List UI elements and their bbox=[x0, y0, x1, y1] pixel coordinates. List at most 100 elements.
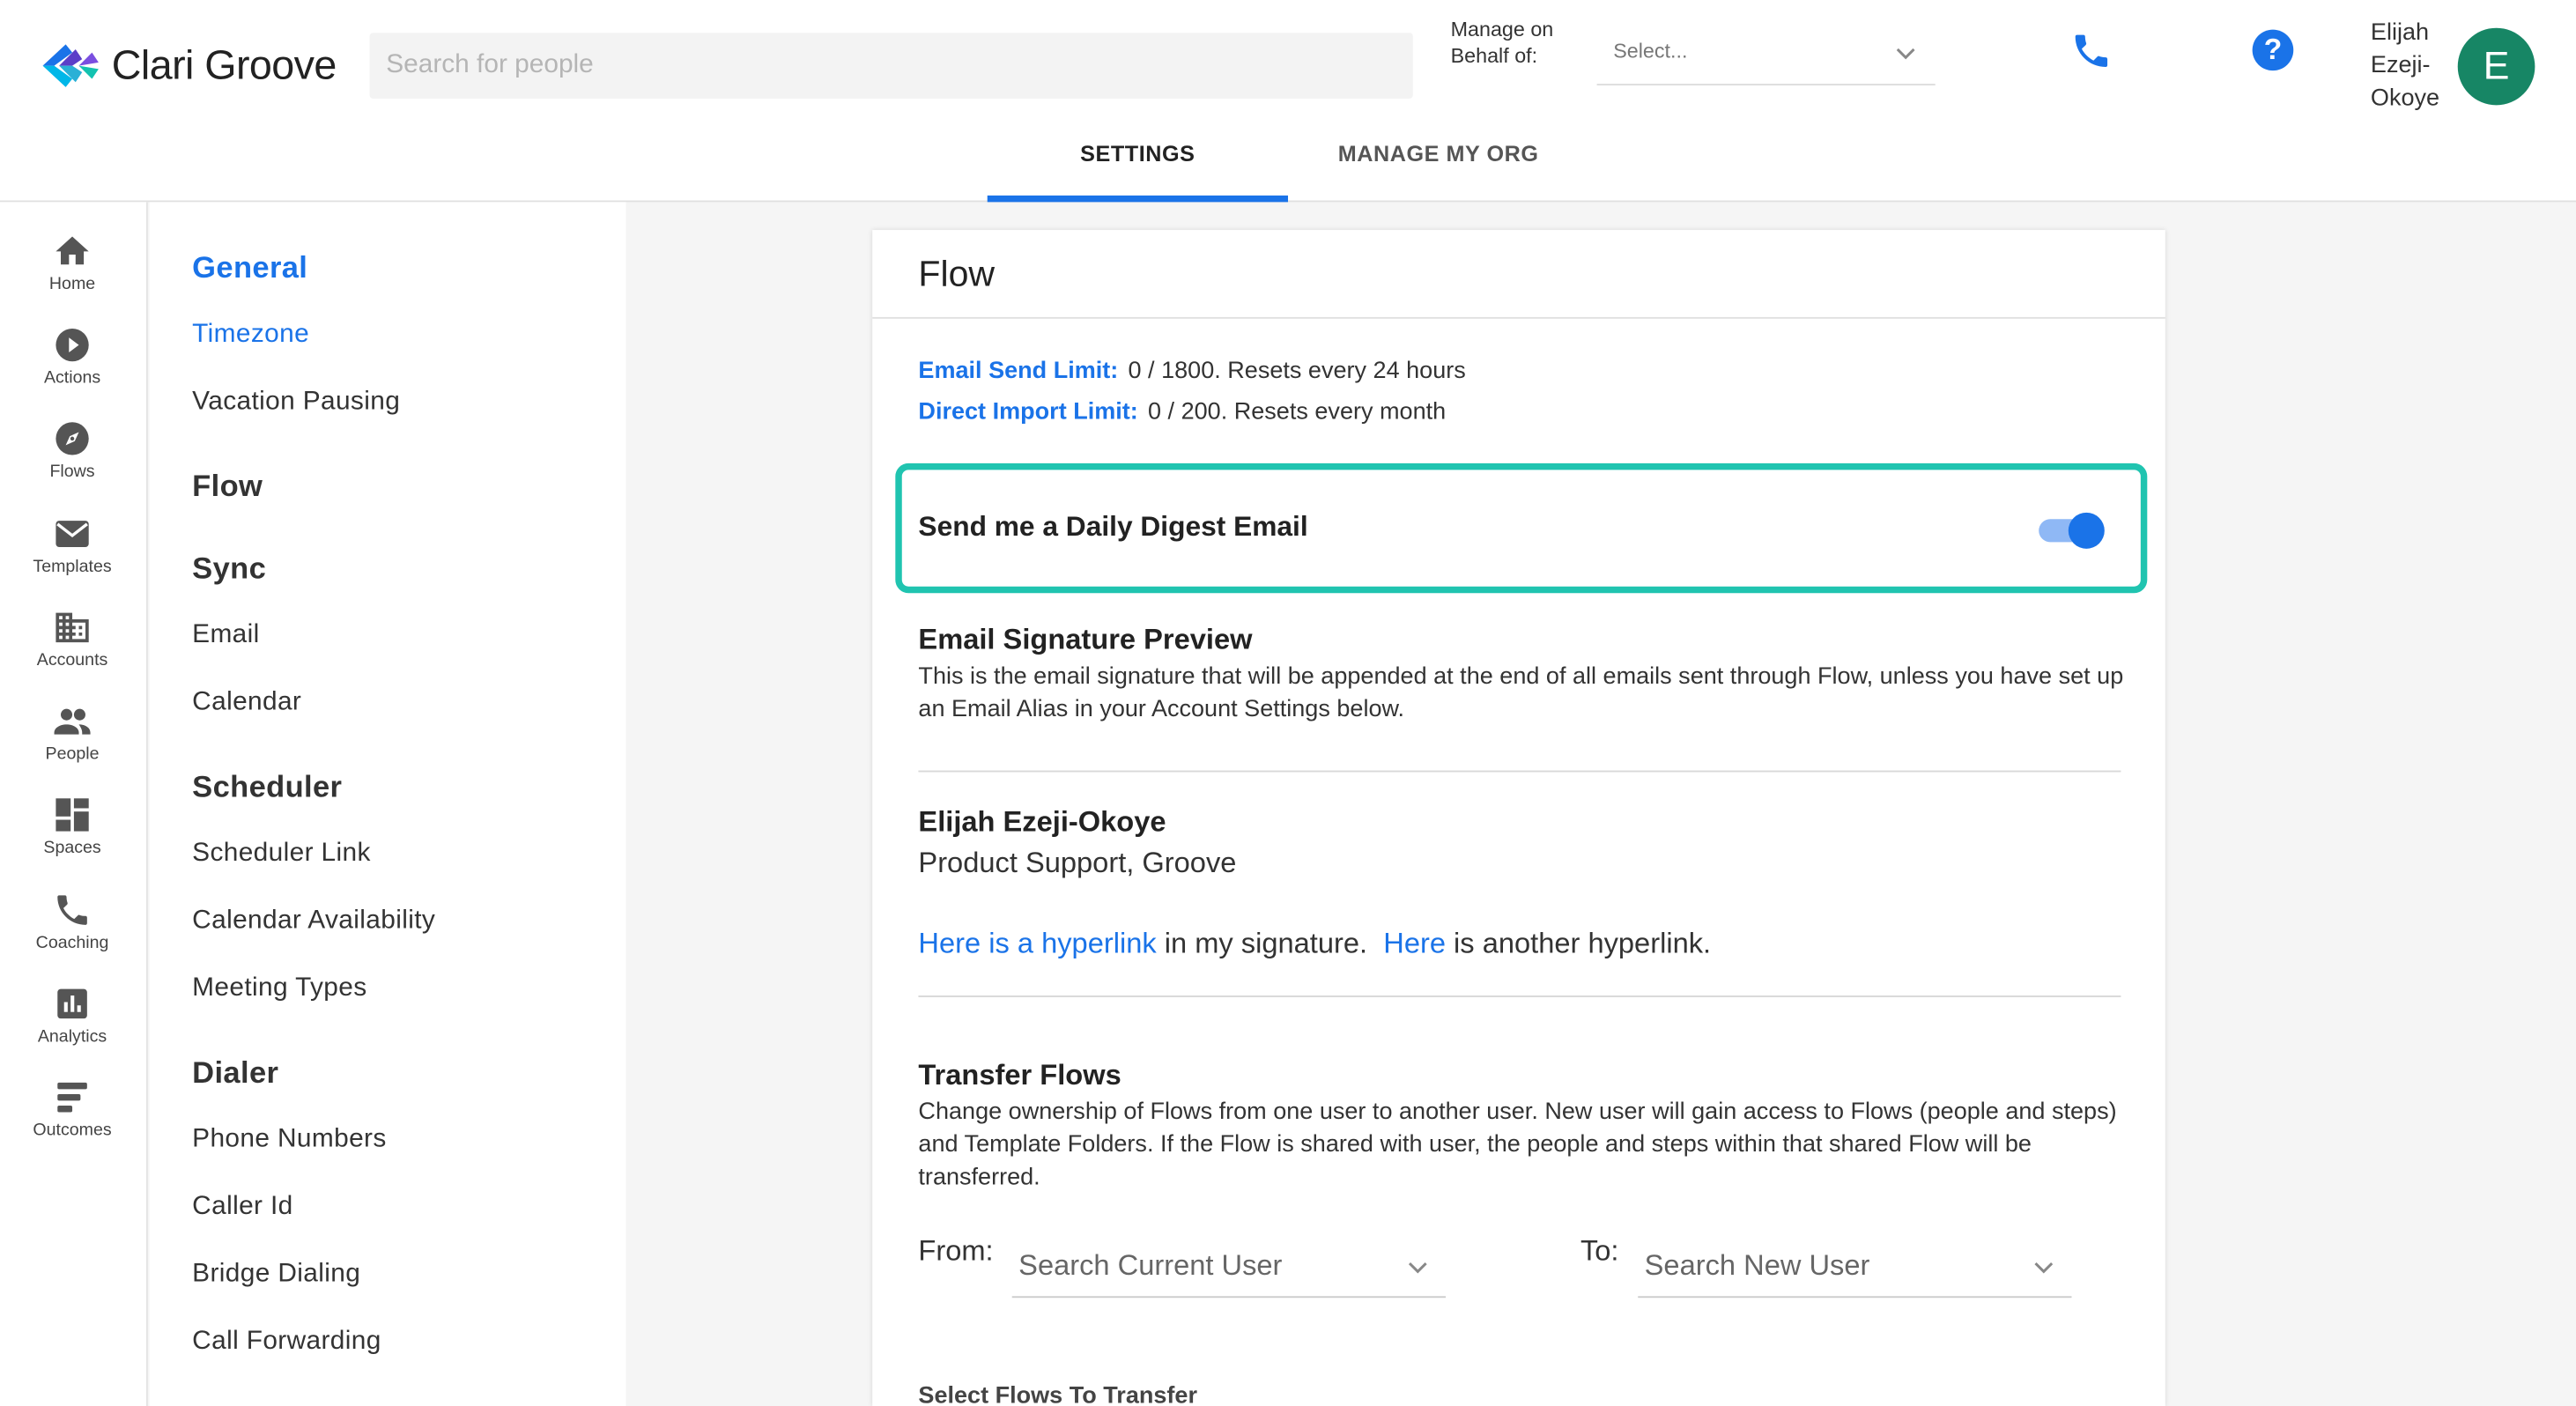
avatar[interactable]: E bbox=[2457, 27, 2535, 106]
settings-nav-dialer[interactable]: Dialer bbox=[192, 1054, 278, 1091]
tab-settings-label: SETTINGS bbox=[1080, 141, 1195, 166]
rail-item-outcomes[interactable]: Outcomes bbox=[0, 1077, 144, 1140]
settings-nav-caller-id[interactable]: Caller Id bbox=[192, 1193, 292, 1223]
direct-import-limit-label: Direct Import Limit: bbox=[918, 399, 1138, 426]
email-send-limit-value: 0 / 1800. Resets every 24 hours bbox=[1128, 358, 1466, 385]
rail-item-flows[interactable]: Flows bbox=[0, 419, 144, 482]
rail-label: Actions bbox=[43, 367, 101, 388]
to-label: To: bbox=[1580, 1233, 1619, 1267]
settings-nav-call-forwarding[interactable]: Call Forwarding bbox=[192, 1328, 381, 1358]
settings-nav: General Timezone Vacation Pausing Flow S… bbox=[149, 202, 626, 1406]
rail-label: Flows bbox=[49, 462, 95, 482]
user-name[interactable]: Elijah Ezeji-Okoye bbox=[2371, 17, 2453, 115]
settings-nav-phone-numbers[interactable]: Phone Numbers bbox=[192, 1125, 386, 1155]
envelope-icon bbox=[56, 521, 89, 547]
divider bbox=[872, 316, 2165, 319]
bar-chart-icon bbox=[57, 988, 87, 1019]
rail-item-spaces[interactable]: Spaces bbox=[0, 796, 144, 858]
to-user-select[interactable]: Search New User bbox=[1638, 1232, 2072, 1299]
tab-manage-my-org[interactable]: MANAGE MY ORG bbox=[1288, 141, 1588, 166]
rail-label: Templates bbox=[33, 557, 112, 577]
signature-text-1: in my signature. bbox=[1156, 926, 1384, 960]
rail-label: Analytics bbox=[37, 1026, 107, 1047]
signature-text-2: is another hyperlink. bbox=[1445, 926, 1712, 960]
rail-label: Outcomes bbox=[33, 1120, 112, 1141]
manage-on-behalf-label: Manage on Behalf of: bbox=[1450, 18, 1554, 68]
building-icon bbox=[56, 612, 89, 643]
from-user-select[interactable]: Search Current User bbox=[1011, 1232, 1447, 1299]
home-icon bbox=[56, 236, 89, 265]
behalf-select[interactable]: Select... bbox=[1596, 23, 1936, 85]
to-user-placeholder: Search New User bbox=[1644, 1248, 1870, 1282]
settings-nav-vacation-pausing[interactable]: Vacation Pausing bbox=[192, 388, 400, 418]
signature-name: Elijah Ezeji-Okoye bbox=[918, 804, 1166, 839]
transfer-flows-description: Change ownership of Flows from one user … bbox=[918, 1099, 2117, 1191]
tab-settings[interactable]: SETTINGS bbox=[987, 141, 1289, 203]
chevron-down-icon bbox=[1896, 48, 1915, 60]
rail-item-analytics[interactable]: Analytics bbox=[0, 984, 144, 1047]
rail-item-accounts[interactable]: Accounts bbox=[0, 608, 144, 670]
settings-nav-scheduler[interactable]: Scheduler bbox=[192, 769, 342, 805]
settings-nav-meeting-types[interactable]: Meeting Types bbox=[192, 974, 366, 1004]
flow-settings-card: Flow Email Send Limit: 0 / 1800. Resets e… bbox=[872, 230, 2165, 1406]
rail-item-people[interactable]: People bbox=[0, 701, 144, 764]
people-icon bbox=[54, 708, 91, 735]
rail-item-actions[interactable]: Actions bbox=[0, 325, 144, 388]
rail-item-home[interactable]: Home bbox=[0, 232, 144, 294]
tab-manage-my-org-label: MANAGE MY ORG bbox=[1337, 141, 1539, 166]
lines-icon bbox=[57, 1082, 87, 1113]
transfer-flows-heading: Transfer Flows bbox=[918, 1057, 1121, 1092]
from-user-placeholder: Search Current User bbox=[1018, 1248, 1283, 1282]
app-nav-rail: Home Actions Flows Templates Accounts Pe… bbox=[0, 202, 148, 1406]
groove-logo-icon bbox=[42, 44, 99, 87]
signature-hyperlink-1[interactable]: Here is a hyperlink bbox=[918, 927, 1156, 959]
active-tab-indicator bbox=[987, 195, 1289, 203]
chevron-down-icon bbox=[2034, 1262, 2054, 1274]
direct-import-limit: Direct Import Limit: 0 / 200. Resets ever… bbox=[918, 399, 1446, 426]
behalf-select-value: Select... bbox=[1613, 39, 1688, 63]
signature-links-line: Here is a hyperlink in my signature. Her… bbox=[918, 927, 1711, 961]
signature-title: Product Support, Groove bbox=[918, 846, 1237, 879]
rail-label: Home bbox=[48, 274, 96, 294]
settings-nav-flow[interactable]: Flow bbox=[192, 468, 263, 504]
from-label: From: bbox=[918, 1233, 994, 1267]
daily-digest-label: Send me a Daily Digest Email bbox=[918, 510, 1308, 543]
logo[interactable]: Clari Groove bbox=[40, 40, 337, 92]
people-search-input[interactable] bbox=[369, 33, 1413, 99]
phone-icon[interactable] bbox=[2070, 30, 2113, 72]
settings-nav-calendar-availability[interactable]: Calendar Availability bbox=[192, 906, 435, 936]
grid-icon bbox=[56, 798, 89, 832]
signature-preview-description: This is the email signature that will be… bbox=[918, 663, 2124, 723]
compass-icon bbox=[56, 422, 89, 455]
settings-nav-calendar[interactable]: Calendar bbox=[192, 688, 301, 718]
select-flows-label: Select Flows To Transfer bbox=[918, 1383, 1198, 1406]
toggle-knob bbox=[2068, 512, 2105, 549]
daily-digest-highlight: Send me a Daily Digest Email bbox=[895, 462, 2148, 594]
divider bbox=[918, 995, 2121, 997]
rail-label: Coaching bbox=[35, 933, 109, 953]
settings-nav-timezone[interactable]: Timezone bbox=[192, 321, 309, 351]
chevron-down-icon bbox=[1408, 1262, 1427, 1274]
signature-preview-heading: Email Signature Preview bbox=[918, 622, 1253, 656]
direct-import-limit-value: 0 / 200. Resets every month bbox=[1147, 399, 1447, 426]
rail-item-coaching[interactable]: Coaching bbox=[0, 891, 144, 953]
help-icon[interactable]: ? bbox=[2252, 29, 2294, 71]
settings-nav-email[interactable]: Email bbox=[192, 621, 259, 651]
top-bar: Clari Groove Manage on Behalf of: Select… bbox=[0, 0, 2576, 203]
rail-label: Accounts bbox=[36, 650, 108, 670]
signature-hyperlink-2[interactable]: Here bbox=[1383, 927, 1446, 959]
phone-icon bbox=[57, 895, 87, 925]
settings-nav-bridge-dialing[interactable]: Bridge Dialing bbox=[192, 1260, 360, 1290]
email-send-limit: Email Send Limit: 0 / 1800. Resets every … bbox=[918, 359, 1465, 385]
settings-nav-sync[interactable]: Sync bbox=[192, 551, 266, 587]
daily-digest-toggle[interactable] bbox=[2035, 511, 2107, 549]
divider bbox=[918, 770, 2121, 773]
rail-label: Spaces bbox=[43, 838, 101, 858]
page-title: Flow bbox=[918, 253, 996, 294]
settings-nav-general[interactable]: General bbox=[192, 249, 307, 285]
settings-nav-scheduler-link[interactable]: Scheduler Link bbox=[192, 840, 371, 870]
rail-label: People bbox=[45, 744, 100, 765]
rail-item-templates[interactable]: Templates bbox=[0, 514, 144, 577]
play-circle-icon bbox=[56, 328, 89, 362]
email-send-limit-label: Email Send Limit: bbox=[918, 358, 1119, 385]
